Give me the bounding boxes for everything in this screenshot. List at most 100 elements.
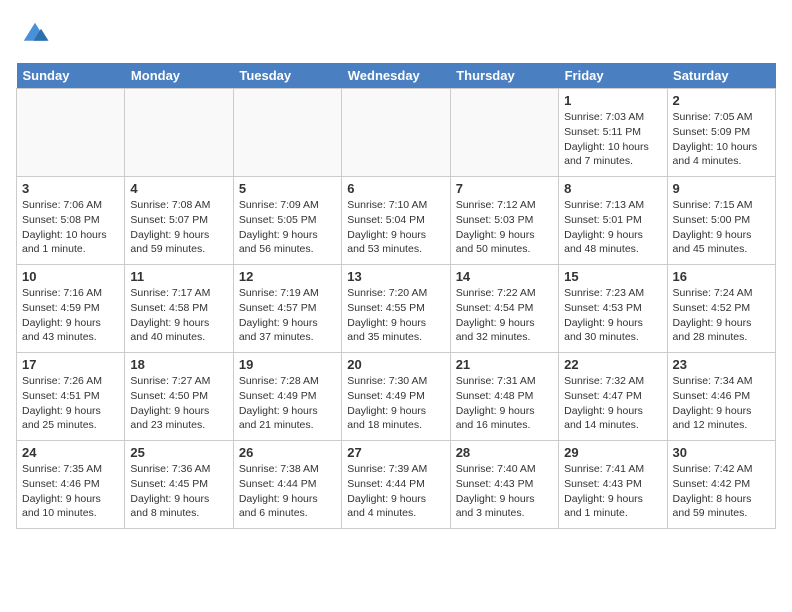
calendar-cell: 14Sunrise: 7:22 AMSunset: 4:54 PMDayligh… bbox=[450, 265, 558, 353]
logo-icon bbox=[20, 16, 50, 46]
calendar-cell: 8 Sunrise: 7:13 AMSunset: 5:01 PMDaylight… bbox=[559, 177, 667, 265]
day-info: Sunrise: 7:38 AMSunset: 4:44 PMDaylight:… bbox=[239, 462, 336, 521]
calendar-cell: 16 Sunrise: 7:24 AMSunset: 4:52 PMDayligh… bbox=[667, 265, 775, 353]
calendar-cell: 4 Sunrise: 7:08 AMSunset: 5:07 PMDaylight… bbox=[125, 177, 233, 265]
day-info: Sunrise: 7:30 AMSunset: 4:49 PMDaylight:… bbox=[347, 374, 444, 433]
calendar-cell: 10 Sunrise: 7:16 AMSunset: 4:59 PMDayligh… bbox=[17, 265, 125, 353]
day-number: 27 bbox=[347, 445, 444, 460]
calendar-cell: 11Sunrise: 7:17 AMSunset: 4:58 PMDayligh… bbox=[125, 265, 233, 353]
day-number: 21 bbox=[456, 357, 553, 372]
day-number: 23 bbox=[673, 357, 770, 372]
calendar-cell bbox=[17, 89, 125, 177]
day-info: Sunrise: 7:09 AMSunset: 5:05 PMDaylight:… bbox=[239, 198, 336, 257]
calendar-cell: 18 Sunrise: 7:27 AMSunset: 4:50 PMDayligh… bbox=[125, 353, 233, 441]
calendar-cell: 19 Sunrise: 7:28 AMSunset: 4:49 PMDayligh… bbox=[233, 353, 341, 441]
day-info: Sunrise: 7:35 AMSunset: 4:46 PMDaylight:… bbox=[22, 462, 119, 521]
day-number: 5 bbox=[239, 181, 336, 196]
calendar-cell: 2 Sunrise: 7:05 AMSunset: 5:09 PMDaylight… bbox=[667, 89, 775, 177]
calendar: SundayMondayTuesdayWednesdayThursdayFrid… bbox=[16, 63, 776, 529]
logo bbox=[16, 16, 50, 51]
calendar-cell bbox=[125, 89, 233, 177]
day-info: Sunrise: 7:19 AMSunset: 4:57 PMDaylight:… bbox=[239, 286, 336, 345]
day-number: 9 bbox=[673, 181, 770, 196]
day-info: Sunrise: 7:39 AMSunset: 4:44 PMDaylight:… bbox=[347, 462, 444, 521]
day-info: Sunrise: 7:42 AMSunset: 4:42 PMDaylight:… bbox=[673, 462, 770, 521]
day-number: 10 bbox=[22, 269, 119, 284]
day-info: Sunrise: 7:41 AMSunset: 4:43 PMDaylight:… bbox=[564, 462, 661, 521]
week-row-1: 1 Sunrise: 7:03 AMSunset: 5:11 PMDaylight… bbox=[17, 89, 776, 177]
day-number: 8 bbox=[564, 181, 661, 196]
day-number: 2 bbox=[673, 93, 770, 108]
day-number: 28 bbox=[456, 445, 553, 460]
day-info: Sunrise: 7:26 AMSunset: 4:51 PMDaylight:… bbox=[22, 374, 119, 433]
day-number: 6 bbox=[347, 181, 444, 196]
day-number: 25 bbox=[130, 445, 227, 460]
day-number: 3 bbox=[22, 181, 119, 196]
day-info: Sunrise: 7:17 AMSunset: 4:58 PMDaylight:… bbox=[130, 286, 227, 345]
week-row-2: 3 Sunrise: 7:06 AMSunset: 5:08 PMDaylight… bbox=[17, 177, 776, 265]
day-number: 22 bbox=[564, 357, 661, 372]
day-info: Sunrise: 7:08 AMSunset: 5:07 PMDaylight:… bbox=[130, 198, 227, 257]
day-header-tuesday: Tuesday bbox=[233, 63, 341, 89]
day-header-friday: Friday bbox=[559, 63, 667, 89]
calendar-cell: 21 Sunrise: 7:31 AMSunset: 4:48 PMDayligh… bbox=[450, 353, 558, 441]
day-number: 19 bbox=[239, 357, 336, 372]
day-info: Sunrise: 7:40 AMSunset: 4:43 PMDaylight:… bbox=[456, 462, 553, 521]
day-info: Sunrise: 7:34 AMSunset: 4:46 PMDaylight:… bbox=[673, 374, 770, 433]
day-number: 17 bbox=[22, 357, 119, 372]
day-number: 30 bbox=[673, 445, 770, 460]
week-row-4: 17 Sunrise: 7:26 AMSunset: 4:51 PMDayligh… bbox=[17, 353, 776, 441]
day-number: 26 bbox=[239, 445, 336, 460]
day-info: Sunrise: 7:13 AMSunset: 5:01 PMDaylight:… bbox=[564, 198, 661, 257]
calendar-cell: 13 Sunrise: 7:20 AMSunset: 4:55 PMDayligh… bbox=[342, 265, 450, 353]
day-number: 14 bbox=[456, 269, 553, 284]
calendar-cell: 9Sunrise: 7:15 AMSunset: 5:00 PMDaylight… bbox=[667, 177, 775, 265]
day-info: Sunrise: 7:05 AMSunset: 5:09 PMDaylight:… bbox=[673, 110, 770, 169]
day-info: Sunrise: 7:06 AMSunset: 5:08 PMDaylight:… bbox=[22, 198, 119, 257]
calendar-cell: 20Sunrise: 7:30 AMSunset: 4:49 PMDayligh… bbox=[342, 353, 450, 441]
day-number: 15 bbox=[564, 269, 661, 284]
calendar-cell: 28 Sunrise: 7:40 AMSunset: 4:43 PMDayligh… bbox=[450, 441, 558, 529]
day-info: Sunrise: 7:28 AMSunset: 4:49 PMDaylight:… bbox=[239, 374, 336, 433]
day-number: 1 bbox=[564, 93, 661, 108]
calendar-cell: 30 Sunrise: 7:42 AMSunset: 4:42 PMDayligh… bbox=[667, 441, 775, 529]
day-info: Sunrise: 7:31 AMSunset: 4:48 PMDaylight:… bbox=[456, 374, 553, 433]
day-header-sunday: Sunday bbox=[17, 63, 125, 89]
calendar-cell: 6Sunrise: 7:10 AMSunset: 5:04 PMDaylight… bbox=[342, 177, 450, 265]
day-info: Sunrise: 7:32 AMSunset: 4:47 PMDaylight:… bbox=[564, 374, 661, 433]
calendar-cell: 1 Sunrise: 7:03 AMSunset: 5:11 PMDaylight… bbox=[559, 89, 667, 177]
calendar-cell: 12 Sunrise: 7:19 AMSunset: 4:57 PMDayligh… bbox=[233, 265, 341, 353]
header bbox=[16, 16, 776, 51]
calendar-cell bbox=[342, 89, 450, 177]
day-info: Sunrise: 7:20 AMSunset: 4:55 PMDaylight:… bbox=[347, 286, 444, 345]
calendar-cell: 27 Sunrise: 7:39 AMSunset: 4:44 PMDayligh… bbox=[342, 441, 450, 529]
day-number: 16 bbox=[673, 269, 770, 284]
calendar-cell: 17 Sunrise: 7:26 AMSunset: 4:51 PMDayligh… bbox=[17, 353, 125, 441]
day-info: Sunrise: 7:12 AMSunset: 5:03 PMDaylight:… bbox=[456, 198, 553, 257]
day-header-saturday: Saturday bbox=[667, 63, 775, 89]
day-info: Sunrise: 7:03 AMSunset: 5:11 PMDaylight:… bbox=[564, 110, 661, 169]
day-number: 13 bbox=[347, 269, 444, 284]
day-number: 12 bbox=[239, 269, 336, 284]
calendar-cell: 5 Sunrise: 7:09 AMSunset: 5:05 PMDaylight… bbox=[233, 177, 341, 265]
day-header-monday: Monday bbox=[125, 63, 233, 89]
calendar-cell: 29 Sunrise: 7:41 AMSunset: 4:43 PMDayligh… bbox=[559, 441, 667, 529]
calendar-cell bbox=[450, 89, 558, 177]
calendar-cell: 23 Sunrise: 7:34 AMSunset: 4:46 PMDayligh… bbox=[667, 353, 775, 441]
day-number: 4 bbox=[130, 181, 227, 196]
day-number: 24 bbox=[22, 445, 119, 460]
calendar-cell: 22 Sunrise: 7:32 AMSunset: 4:47 PMDayligh… bbox=[559, 353, 667, 441]
week-row-5: 24 Sunrise: 7:35 AMSunset: 4:46 PMDayligh… bbox=[17, 441, 776, 529]
day-info: Sunrise: 7:16 AMSunset: 4:59 PMDaylight:… bbox=[22, 286, 119, 345]
calendar-cell: 15Sunrise: 7:23 AMSunset: 4:53 PMDayligh… bbox=[559, 265, 667, 353]
calendar-cell: 7Sunrise: 7:12 AMSunset: 5:03 PMDaylight… bbox=[450, 177, 558, 265]
day-info: Sunrise: 7:36 AMSunset: 4:45 PMDaylight:… bbox=[130, 462, 227, 521]
day-info: Sunrise: 7:27 AMSunset: 4:50 PMDaylight:… bbox=[130, 374, 227, 433]
calendar-cell: 26 Sunrise: 7:38 AMSunset: 4:44 PMDayligh… bbox=[233, 441, 341, 529]
day-number: 18 bbox=[130, 357, 227, 372]
day-header-thursday: Thursday bbox=[450, 63, 558, 89]
day-number: 29 bbox=[564, 445, 661, 460]
calendar-header-row: SundayMondayTuesdayWednesdayThursdayFrid… bbox=[17, 63, 776, 89]
calendar-cell: 24 Sunrise: 7:35 AMSunset: 4:46 PMDayligh… bbox=[17, 441, 125, 529]
day-info: Sunrise: 7:24 AMSunset: 4:52 PMDaylight:… bbox=[673, 286, 770, 345]
